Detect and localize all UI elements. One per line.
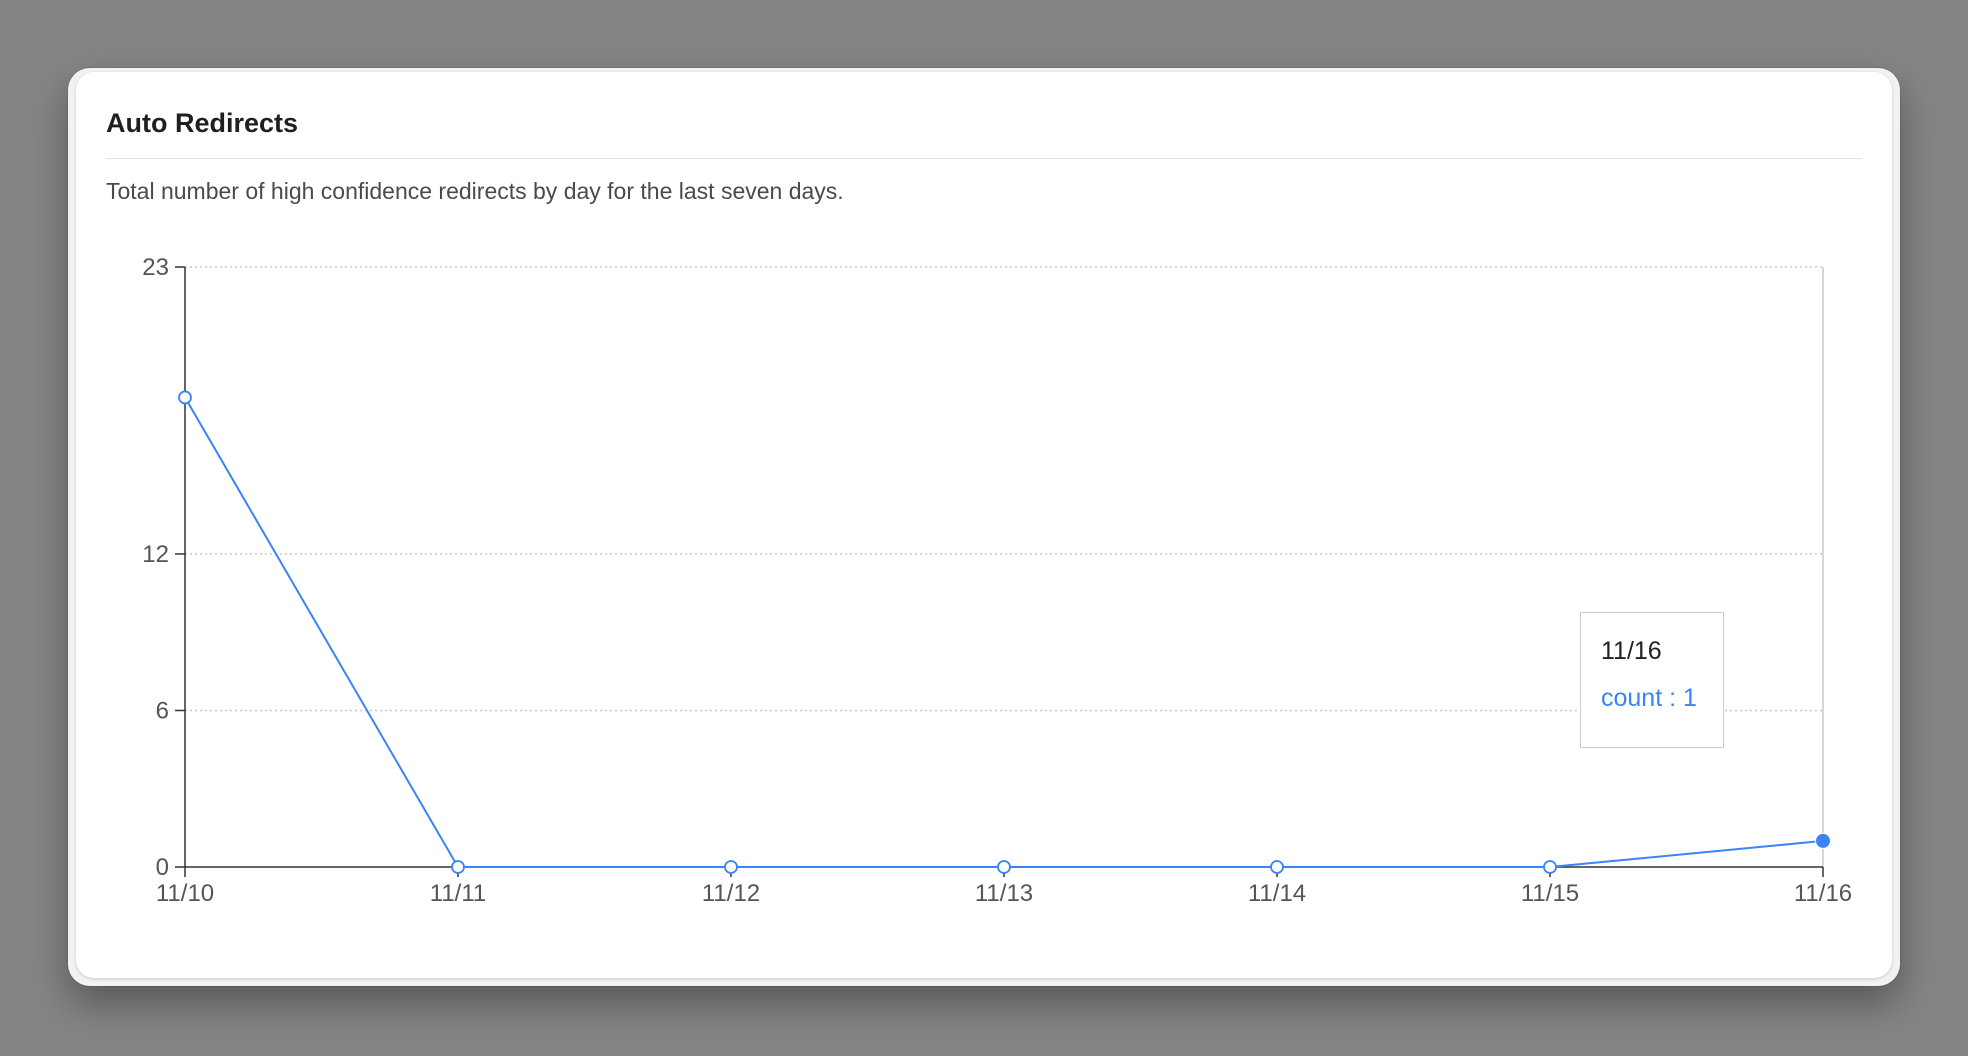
- data-point-active: [1815, 832, 1831, 849]
- x-tick-label: 11/13: [975, 880, 1033, 907]
- x-tick-label: 11/14: [1248, 880, 1306, 907]
- y-tick-label: 23: [142, 254, 169, 281]
- tooltip-value: count : 1: [1601, 684, 1723, 713]
- line-chart[interactable]: 0 6 12 23 11/10 11/11 11/12 11/13 11/14 11/15 11/1…: [0, 0, 1968, 1056]
- data-point: [1543, 860, 1557, 874]
- data-point: [724, 860, 738, 874]
- tooltip-separator: :: [1662, 684, 1684, 712]
- x-tick-label: 11/12: [702, 880, 760, 907]
- data-point: [1270, 860, 1284, 874]
- tooltip-series-label: count: [1601, 684, 1663, 712]
- x-tick-label: 11/15: [1521, 880, 1579, 907]
- y-tick-label: 0: [156, 854, 169, 881]
- x-tick-label: 11/10: [156, 880, 214, 907]
- tooltip-count: 1: [1683, 684, 1697, 712]
- series-line: [184, 396, 1824, 868]
- data-point: [178, 390, 192, 405]
- tooltip-date: 11/16: [1601, 637, 1662, 665]
- chart-tooltip: 11/16 count : 1: [1580, 612, 1724, 748]
- x-tick-label: 11/16: [1794, 880, 1852, 907]
- y-tick-label: 12: [142, 541, 169, 568]
- data-point: [997, 860, 1011, 874]
- x-tick-label: 11/11: [430, 880, 487, 907]
- y-tick-label: 6: [156, 697, 169, 724]
- data-point: [451, 860, 465, 874]
